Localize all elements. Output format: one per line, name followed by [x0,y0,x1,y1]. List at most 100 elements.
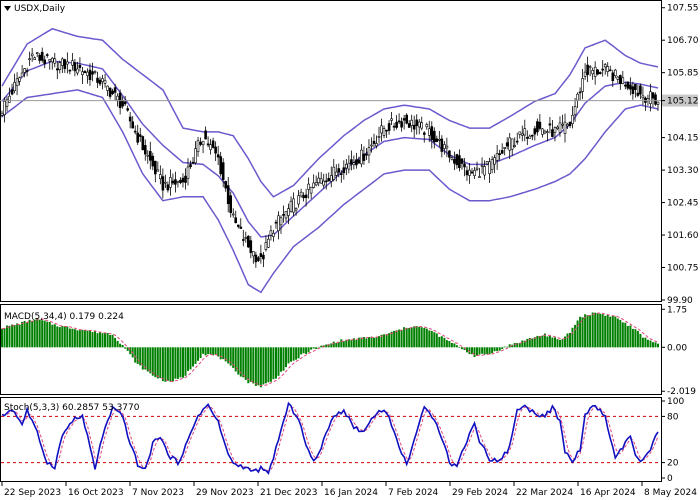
macd-bar [531,338,534,348]
candle-body [78,64,82,68]
candle-body [357,159,361,164]
candle-body [138,134,142,137]
candle-body [649,91,652,104]
macd-bar [86,330,89,348]
macd-bar [247,347,250,384]
candle-body [495,153,499,161]
macd-bar [375,336,378,348]
x-tick-label: 29 Feb 2024 [452,488,508,498]
candle-body [400,121,403,128]
macd-bar [111,334,114,348]
candle-body [342,167,346,174]
macd-bar [192,347,194,367]
candle-body [387,123,391,131]
macd-bar [506,346,509,348]
macd-bar [430,330,433,348]
candle-body [621,77,625,84]
stoch-y-axis: 100 80 20 0 [661,397,684,484]
stoch-signal [1,406,659,472]
candle-body [365,153,368,156]
candle-body [556,126,559,129]
candle-body [598,72,602,75]
macd-bar [312,347,315,349]
macd-bar [219,347,222,360]
candle-body [566,124,569,127]
candle-body [425,124,429,128]
candle-body [242,239,245,241]
macd-bar [23,321,26,348]
macd-bar [171,347,174,382]
macd-bar [498,347,501,351]
macd-bar [455,345,458,348]
macd-bar [388,333,391,348]
y-tick-label: 103.30 [667,166,699,176]
candle-body [194,148,197,164]
macd-bar [114,337,117,348]
candle-body [445,145,449,149]
candle-body [123,101,127,105]
macd-bar [546,336,549,348]
macd-bar [611,315,614,348]
macd-bar [476,347,478,356]
macd-bar [450,343,453,348]
macd-bar [385,334,388,348]
candle-body [254,254,258,263]
candle-body [490,159,494,170]
macd-bar [305,347,308,354]
candle-body [473,170,476,176]
candle-body [68,69,72,72]
y-tick-label: 100 [667,397,684,407]
macd-bar [373,337,375,348]
macd-bar [164,347,167,382]
candle-body [128,116,132,122]
candle-body [309,186,313,194]
candle-body [317,177,321,184]
candle-body [93,71,97,73]
candle-body [616,76,620,80]
candle-body [196,140,200,153]
macd-bar [526,338,529,348]
macd-bar [491,347,494,354]
candle-body [510,138,514,150]
candle-body [314,182,318,186]
candle-body [533,128,537,135]
macd-bar [393,330,396,348]
macd-bar [99,332,101,348]
macd-bar [486,347,489,354]
candle-body [13,82,16,92]
candle-body [101,78,104,83]
macd-bar [604,315,607,348]
macd-bar [415,326,418,348]
candle-body [377,136,381,138]
macd-bar [71,328,74,348]
candle-body [463,163,466,168]
macd-bar [370,336,373,348]
macd-bar [282,347,285,371]
macd-bar [101,333,104,348]
macd-bar [493,347,496,352]
macd-bar [649,340,652,348]
macd-bar [119,343,122,348]
macd-bar [310,347,313,350]
macd-bar [478,347,481,355]
x-tick-label: 29 Nov 2023 [196,488,254,498]
macd-bar [503,346,506,348]
macd-bar [295,347,298,360]
macd-bar [26,322,29,348]
candle-body [45,54,49,56]
dropdown-arrow-icon[interactable] [4,6,11,11]
macd-bar [134,347,137,363]
macd-bar [156,347,159,379]
candle-body [372,140,376,144]
candle-body [410,119,414,126]
macd-title: MACD(5,34,4) 0.179 0.224 [4,312,124,322]
macd-bar [41,320,44,348]
macd-bar [428,330,431,348]
candle-body [593,66,597,77]
macd-bar [89,330,91,348]
candle-body [571,115,574,125]
macd-bar [204,347,207,356]
candle-body [229,195,232,213]
macd-bar [435,333,438,348]
candle-body [96,77,99,83]
